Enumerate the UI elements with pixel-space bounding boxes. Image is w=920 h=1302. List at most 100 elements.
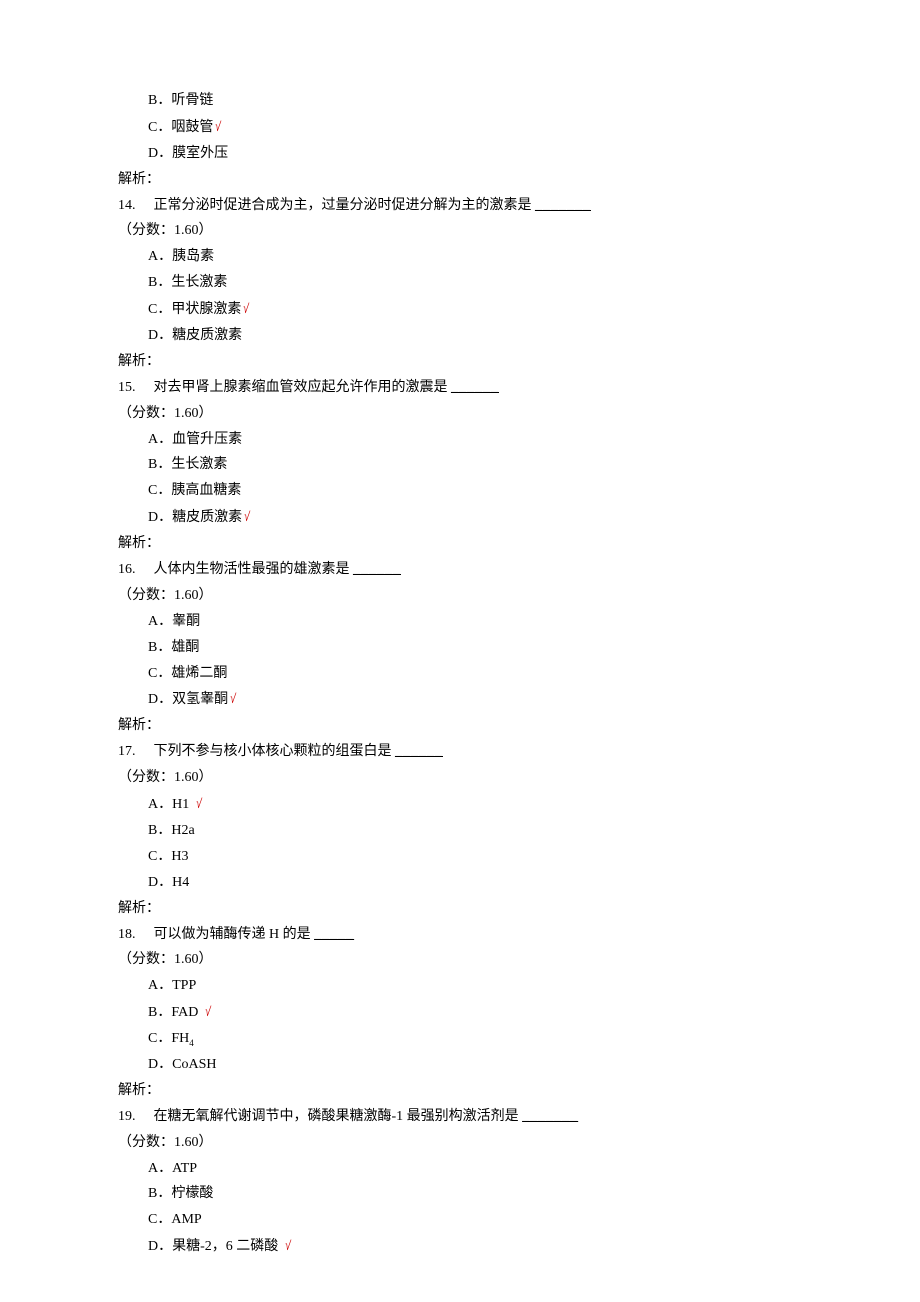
option-label: D． [148,1057,172,1072]
blank: _____ [314,927,354,942]
option-row: C．甲状腺激素√ [118,296,802,323]
question-stem: 15.对去甲肾上腺素缩血管效应起允许作用的激震是 ______ [118,375,802,401]
option-label: C． [148,849,171,864]
option-row: A．胰岛素 [118,244,802,270]
option-text: 听骨链 [171,93,213,108]
option-text: FAD [171,1005,198,1020]
option-row: A．血管升压素 [118,427,802,453]
question-text: 下列不参与核小体核心颗粒的组蛋白是 [154,744,396,759]
option-row: C．雄烯二酮 [118,661,802,687]
points-line: （分数：1.60） [118,947,802,973]
option-text: AMP [171,1212,201,1227]
option-text: 胰高血糖素 [171,483,241,498]
option-label: B． [148,275,171,290]
check-icon: √ [284,1233,292,1260]
option-label: C． [148,483,171,498]
option-text: H4 [172,875,189,890]
analysis-label: 解析： [118,896,802,922]
option-label: D． [148,1239,172,1254]
option-text: 咽鼓管 [171,120,213,135]
option-text: 糖皮质激素 [172,328,242,343]
option-label: C． [148,666,171,681]
question-number: 14. [118,193,136,219]
option-row: D．CoASH [118,1052,802,1078]
option-row: B．生长激素 [118,452,802,478]
option-label: B． [148,93,171,108]
option-label: B． [148,640,171,655]
option-label: A． [148,432,172,447]
question-stem: 16. 人体内生物活性最强的雄激素是 ______ [118,557,802,583]
question-number: 16. [118,557,136,583]
blank: ______ [451,380,499,395]
question-stem: 14. 正常分泌时促进合成为主，过量分泌时促进分解为主的激素是 _______ [118,193,802,219]
option-row: D．双氢睾酮√ [118,686,802,713]
points-prefix: （分数： [118,1135,174,1150]
points-line: （分数：1.60） [118,218,802,244]
option-row: C．H3 [118,844,802,870]
analysis-label: 解析： [118,713,802,739]
points-value: 1.60 [174,588,199,603]
page-container: B．听骨链 C．咽鼓管√ D．膜室外压 解析： 14.正常分泌时促进合成为主，过… [0,0,920,1302]
check-icon: √ [204,999,212,1026]
analysis-label: 解析： [118,531,802,557]
option-text: 甲状腺激素 [171,302,241,317]
option-row: B．雄酮 [118,635,802,661]
analysis-label: 解析： [118,167,802,193]
points-value: 1.60 [174,406,199,421]
option-text: H3 [171,849,188,864]
option-label: C． [148,1212,171,1227]
analysis-label: 解析： [118,349,802,375]
check-icon: √ [214,113,222,140]
option-row: A．ATP [118,1156,802,1182]
points-prefix: （分数： [118,223,174,238]
option-text: H2a [171,823,194,838]
points-suffix: ） [199,406,213,421]
question-number: 18. [118,922,136,948]
points-prefix: （分数： [118,770,174,785]
option-text: 生长激素 [171,275,227,290]
points-value: 1.60 [174,770,199,785]
points-prefix: （分数： [118,406,174,421]
points-suffix: ） [199,588,213,603]
option-row: B．听骨链 [118,88,802,114]
option-text: 生长激素 [171,457,227,472]
option-row: D．果糖-2，6 二磷酸√ [118,1233,802,1260]
option-label: B． [148,1186,171,1201]
option-label: A． [148,797,172,812]
option-label: A． [148,614,172,629]
option-text: 雄酮 [171,640,199,655]
option-text: CoASH [172,1057,216,1072]
question-stem: 18. 可以做为辅酶传递 H 的是 _____ [118,922,802,948]
option-label: D． [148,510,172,525]
blank: _______ [535,198,591,213]
points-line: （分数：1.60） [118,401,802,427]
option-text: 胰岛素 [172,249,214,264]
question-text: 正常分泌时促进合成为主，过量分泌时促进分解为主的激素是 [154,198,536,213]
option-text: 双氢睾酮 [172,692,228,707]
points-suffix: ） [199,952,213,967]
option-text: 睾酮 [172,614,200,629]
question-text: 可以做为辅酶传递 H 的是 [154,927,315,942]
question-text: 人体内生物活性最强的雄激素是 [154,562,354,577]
points-value: 1.60 [174,1135,199,1150]
option-text: 膜室外压 [172,146,228,161]
option-row: C．胰高血糖素 [118,478,802,504]
question-stem: 17.下列不参与核小体核心颗粒的组蛋白是 ______ [118,739,802,765]
option-row: C．咽鼓管√ [118,114,802,141]
points-suffix: ） [199,770,213,785]
option-row: A．睾酮 [118,609,802,635]
option-row: C．AMP [118,1207,802,1233]
blank: ______ [353,562,401,577]
option-row: D．糖皮质激素 [118,323,802,349]
option-row: B．FAD√ [118,999,802,1026]
option-label: B． [148,823,171,838]
option-label: C． [148,120,171,135]
option-label: D． [148,328,172,343]
option-label: D． [148,692,172,707]
points-value: 1.60 [174,952,199,967]
check-icon: √ [242,296,250,323]
question-number: 15. [118,375,136,401]
option-label: D． [148,146,172,161]
question-text: 在糖无氧解代谢调节中，磷酸果糖激酶-1 最强别构激活剂是 [154,1109,523,1124]
option-text: 柠檬酸 [171,1186,213,1201]
